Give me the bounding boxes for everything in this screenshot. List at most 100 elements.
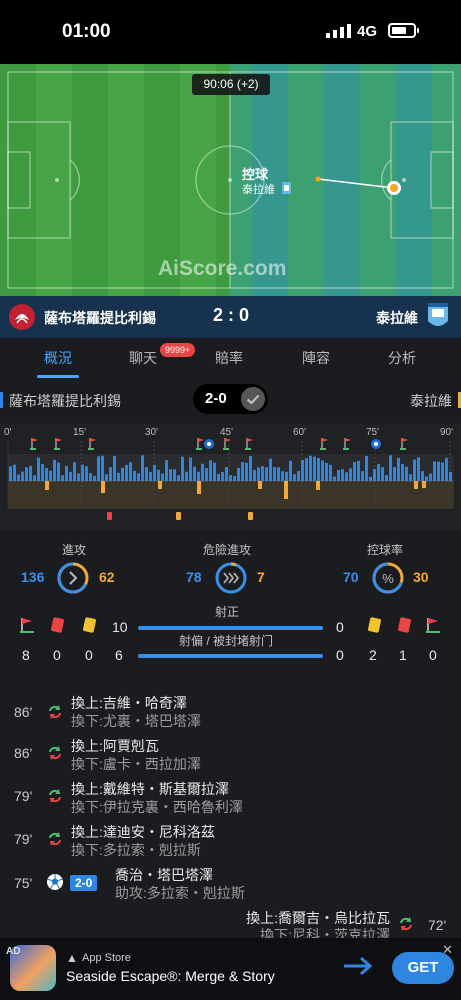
home-color-marker <box>0 392 3 408</box>
arrow-right-icon <box>344 956 373 976</box>
momentum-bar-home <box>81 464 84 481</box>
momentum-bar-home <box>73 462 76 481</box>
away-team-crest-icon[interactable] <box>427 301 449 331</box>
attack-ring-icon <box>57 562 89 594</box>
sub-in: 換上:吉維・哈奇澤 <box>71 695 187 711</box>
possession-ring-icon: % <box>372 562 404 594</box>
momentum-bar-home <box>429 473 432 481</box>
timeline-tick: 90' <box>440 427 454 438</box>
momentum-bar-home <box>281 471 284 481</box>
shots-on-label: 射正 <box>215 605 240 619</box>
momentum-bar-home <box>305 458 308 481</box>
tab-chat[interactable]: 聊天 <box>129 348 157 368</box>
goal-ball-icon <box>47 874 63 890</box>
momentum-bar-home <box>121 467 124 481</box>
timeline-tick: 75' <box>366 427 380 438</box>
momentum-bar-home <box>189 457 192 481</box>
momentum-bar-home <box>133 470 136 481</box>
tab-lineup[interactable]: 陣容 <box>302 348 330 368</box>
momentum-bar-home <box>61 475 64 481</box>
corner-flag-marker <box>90 438 96 442</box>
attack-label: 進攻 <box>62 543 87 557</box>
away-corners: 0 <box>429 647 437 663</box>
danger-attack-away: 7 <box>257 569 265 585</box>
momentum-bar-home <box>317 458 320 481</box>
momentum-bar-home <box>37 457 40 481</box>
yellow-card-icon <box>82 617 97 633</box>
momentum-bar-home <box>425 476 428 481</box>
momentum-bar-away <box>258 481 262 489</box>
momentum-bar-home <box>389 455 392 481</box>
goal-assist: 助攻:多拉索・剋拉斯 <box>115 885 245 901</box>
signal-icon <box>326 24 351 38</box>
close-icon[interactable]: ✕ <box>442 942 453 958</box>
home-team-name[interactable]: 薩布塔羅提比利錫 <box>44 308 156 328</box>
yellow-card-marker <box>176 512 181 520</box>
summary-away-team: 泰拉維 <box>410 393 452 409</box>
momentum-bar-away <box>158 481 162 489</box>
momentum-bar-home <box>245 462 248 481</box>
momentum-bar-home <box>333 476 336 481</box>
battery-icon <box>388 23 419 38</box>
momentum-bar-home <box>353 461 356 481</box>
momentum-bar-away <box>414 481 418 489</box>
corner-flag-marker <box>225 438 231 442</box>
summary-home-team: 薩布塔羅提比利錫 <box>9 393 121 409</box>
momentum-bar-home <box>313 456 316 481</box>
event-minute: 72' <box>428 917 447 933</box>
momentum-bar-home <box>369 476 372 481</box>
momentum-bar-home <box>289 460 292 481</box>
momentum-bar-home <box>49 470 52 481</box>
momentum-bar-home <box>417 457 420 481</box>
timeline-away-zone <box>8 481 454 509</box>
live-pitch[interactable]: 90:06 (+2) 控球 泰拉維 AiScore.com <box>0 64 461 296</box>
match-clock: 90:06 (+2) <box>192 74 270 95</box>
momentum-bar-home <box>297 471 300 481</box>
timeline-tick: 0' <box>4 427 12 438</box>
match-timeline[interactable]: 0' 15' 30' 45' 60' 75' 90' <box>0 423 461 530</box>
corner-base-marker <box>30 448 36 450</box>
goal-scorer: 喬治・塔巴塔澤 <box>115 867 213 883</box>
momentum-bar-home <box>329 464 332 481</box>
goal-marker-dot <box>374 442 378 446</box>
tab-odds[interactable]: 賠率 <box>215 348 243 368</box>
home-team-crest-icon[interactable] <box>8 303 36 331</box>
momentum-bar-home <box>117 472 120 481</box>
corner-base-marker <box>54 448 60 450</box>
home-yellow-cards: 0 <box>85 647 93 663</box>
momentum-bar-home <box>149 471 152 481</box>
timeline-tick: 30' <box>145 427 159 438</box>
momentum-bar-home <box>293 474 296 481</box>
status-bar: 01:00 4G <box>0 0 461 64</box>
home-corners: 8 <box>22 647 30 663</box>
corner-flag-marker <box>198 438 204 442</box>
corner-flag-marker <box>322 438 328 442</box>
corner-base-marker <box>88 448 94 450</box>
momentum-bar-home <box>321 460 324 481</box>
shots-off-home: 6 <box>115 647 123 663</box>
network-type: 4G <box>357 23 378 40</box>
ad-title[interactable]: Seaside Escape®: Merge & Story <box>66 968 275 984</box>
momentum-bar-home <box>57 462 60 481</box>
active-tab-indicator <box>37 375 79 378</box>
momentum-bar-home <box>337 469 340 481</box>
sub-in: 換上:阿賈剋瓦 <box>71 738 159 754</box>
ad-banner[interactable]: AD ▲ App Store Seaside Escape®: Merge & … <box>0 938 461 1000</box>
momentum-bar-away <box>422 481 426 488</box>
momentum-bar-home <box>357 460 360 481</box>
corner-flag-marker <box>345 438 351 442</box>
tab-overview[interactable]: 概況 <box>44 348 72 368</box>
momentum-bar-home <box>125 464 128 481</box>
result-pill: 2-0 <box>193 384 268 414</box>
momentum-bar-home <box>273 467 276 481</box>
tab-analysis[interactable]: 分析 <box>388 348 416 368</box>
away-team-name[interactable]: 泰拉維 <box>376 308 418 328</box>
red-card-icon <box>50 617 65 633</box>
substitution-icon <box>49 746 61 760</box>
momentum-bar-home <box>25 467 28 481</box>
danger-attack-label: 危險進攻 <box>203 543 252 557</box>
momentum-bar-home <box>237 467 240 481</box>
momentum-bar-home <box>401 464 404 481</box>
momentum-bar-home <box>249 455 252 481</box>
momentum-bar-home <box>97 456 100 481</box>
